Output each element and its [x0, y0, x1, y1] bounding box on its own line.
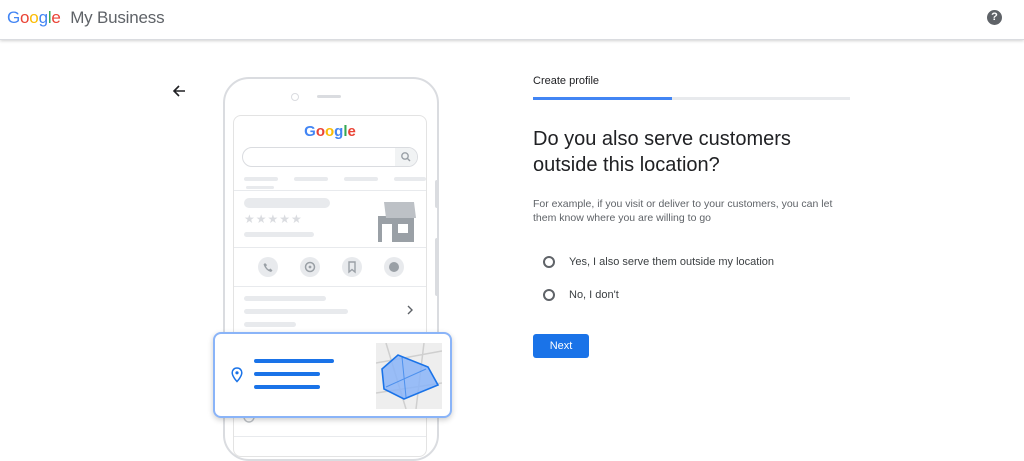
question-description: For example, if you visit or deliver to … [533, 198, 833, 224]
service-area-map-icon [376, 343, 442, 409]
option-label: Yes, I also serve them outside my locati… [569, 256, 775, 268]
save-icon [342, 257, 362, 277]
website-icon [384, 257, 404, 277]
tab-placeholder [294, 177, 328, 181]
tab-underline [246, 186, 274, 189]
product-name: My Business [70, 8, 165, 27]
divider [234, 190, 426, 191]
info-line-placeholder [244, 322, 296, 327]
question-heading: Do you also serve customers outside this… [533, 128, 791, 176]
call-icon [258, 257, 278, 277]
progress-bar [533, 97, 850, 100]
help-icon[interactable]: ? [987, 10, 1002, 25]
info-line-placeholder [244, 296, 326, 301]
search-bar-illustration [242, 147, 418, 167]
google-wordmark: Google [7, 8, 61, 27]
tab-placeholder [244, 177, 278, 181]
business-address-placeholder [244, 232, 314, 237]
tab-placeholder [344, 177, 378, 181]
storefront-icon [378, 202, 416, 242]
card-line [254, 372, 320, 376]
tab-placeholder [394, 177, 426, 181]
phone-side-button [435, 180, 439, 208]
google-my-business-logo[interactable]: Google My Business [7, 8, 165, 28]
radio-button-unchecked[interactable] [543, 256, 555, 268]
phone-speaker [317, 95, 341, 98]
option-yes-serve-outside[interactable]: Yes, I also serve them outside my locati… [543, 256, 774, 268]
service-area-card-illustration [213, 332, 452, 418]
next-button[interactable]: Next [533, 334, 589, 358]
progress-bar-fill [533, 97, 673, 100]
rating-stars-icon: ★★★★★ [244, 212, 303, 226]
option-label: No, I don't [569, 289, 619, 301]
card-line [254, 385, 320, 389]
business-title-placeholder [244, 198, 330, 208]
step-label: Create profile [533, 75, 600, 87]
back-arrow-icon[interactable] [169, 81, 189, 101]
location-pin-icon [231, 367, 243, 383]
card-line [254, 359, 334, 363]
divider [234, 247, 426, 248]
phone-side-button [435, 238, 439, 296]
google-logo: Google [304, 123, 356, 140]
divider [234, 286, 426, 287]
phone-camera [291, 93, 299, 101]
info-line-placeholder [244, 309, 348, 314]
directions-icon [300, 257, 320, 277]
radio-button-unchecked[interactable] [543, 289, 555, 301]
option-no[interactable]: No, I don't [543, 289, 619, 301]
search-icon [395, 148, 417, 166]
divider [234, 436, 426, 437]
top-app-bar: Google My Business ? [0, 0, 1024, 40]
chevron-right-icon [407, 305, 413, 315]
